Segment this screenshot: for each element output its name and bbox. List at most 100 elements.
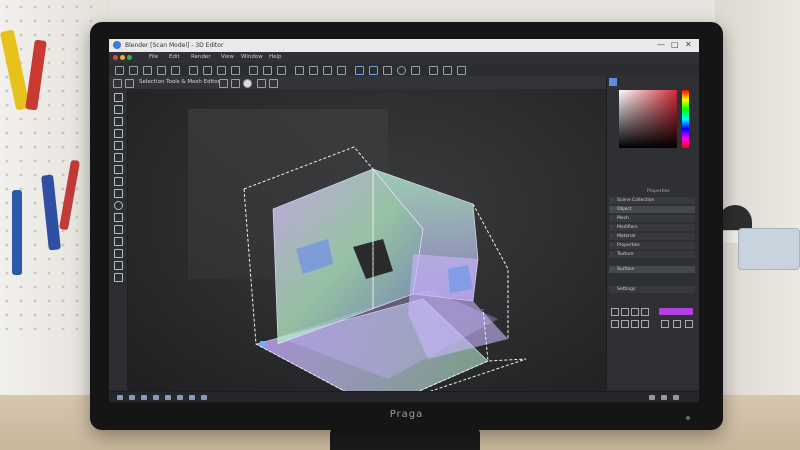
minimize-button[interactable]: — [657,40,665,49]
browser-icon[interactable] [153,395,159,400]
camera-icon[interactable] [337,66,346,75]
snap-icon[interactable] [249,66,258,75]
layer-item[interactable]: › Scene Collection [609,197,695,204]
start-icon[interactable] [117,395,123,400]
menu-edit[interactable]: Edit [169,54,180,60]
measure-icon[interactable] [114,261,123,270]
mail-icon[interactable] [165,395,171,400]
open-icon[interactable] [129,66,138,75]
spin-icon[interactable] [114,249,123,258]
move-icon[interactable] [203,66,212,75]
search-icon[interactable] [397,66,406,75]
render-icon[interactable] [355,66,364,75]
select-icon[interactable] [189,66,198,75]
rotate-icon[interactable] [217,66,226,75]
window-title: Blender [Scan Model] - 3D Editor [125,42,224,49]
folder-icon[interactable] [141,395,147,400]
view-icon[interactable] [125,79,134,88]
save-icon[interactable] [143,66,152,75]
tray-icon[interactable] [673,395,679,400]
layer-item[interactable]: › Modifiers [609,224,695,231]
rotate-tool-icon[interactable] [114,117,123,126]
shear-icon[interactable] [114,237,123,246]
toolbar-label: Selection Tools & Mesh Editor [139,79,220,85]
option-icon[interactable] [661,320,669,328]
scale-icon[interactable] [231,66,240,75]
proportional-icon[interactable] [257,79,266,88]
cursor-icon[interactable] [114,93,123,102]
option-icon[interactable] [611,308,619,316]
mirror-icon[interactable] [277,66,286,75]
color-swatch[interactable] [609,78,617,86]
inset-icon[interactable] [114,189,123,198]
app-icon[interactable] [201,395,207,400]
menu-render[interactable]: Render [191,54,211,60]
menu-help[interactable]: Help [269,54,282,60]
screwdriver-blue [12,190,22,275]
solid-icon[interactable] [383,66,392,75]
option-icon[interactable] [641,320,649,328]
grid-icon[interactable] [263,66,272,75]
annotate-icon[interactable] [114,273,123,282]
scale-tool-icon[interactable] [114,129,123,138]
settings-icon[interactable] [443,66,452,75]
app-icon[interactable] [189,395,195,400]
layer-item[interactable]: › Mesh [609,215,695,222]
maximize-button[interactable]: □ [671,40,679,49]
layer-item[interactable]: › Texture [609,251,695,258]
layer-item[interactable]: › Properties [609,242,695,249]
brush-icon[interactable] [114,141,123,150]
face-mode-icon[interactable] [243,79,252,88]
color-picker[interactable] [619,90,677,148]
knife-icon[interactable] [114,153,123,162]
bevel-icon[interactable] [114,201,123,210]
wireframe-icon[interactable] [369,66,378,75]
edge-mode-icon[interactable] [231,79,240,88]
layer-item[interactable]: › Object [609,206,695,213]
tray-icon[interactable] [661,395,667,400]
menu-window[interactable]: Window [241,54,263,60]
search-icon[interactable] [129,395,135,400]
zoom-icon[interactable] [411,66,420,75]
fullscreen-icon[interactable] [429,66,438,75]
option-icon[interactable] [631,320,639,328]
undo-icon[interactable] [157,66,166,75]
layer-item[interactable]: › Material [609,233,695,240]
light-icon[interactable] [323,66,332,75]
close-button[interactable]: ✕ [685,40,692,49]
title-bar: Blender [Scan Model] - 3D Editor — □ ✕ [109,39,699,52]
hue-slider[interactable] [682,90,689,148]
vertex-mode-icon[interactable] [219,79,228,88]
grab-icon[interactable] [114,213,123,222]
option-icon[interactable] [631,308,639,316]
menu-bar: File Edit Render View Window Help [109,52,699,63]
layers-icon[interactable] [295,66,304,75]
move-tool-icon[interactable] [114,105,123,114]
tray-icon[interactable] [649,395,655,400]
app-icon[interactable] [177,395,183,400]
redo-icon[interactable] [171,66,180,75]
option-icon[interactable] [621,308,629,316]
extrude-icon[interactable] [114,177,123,186]
traffic-yellow-icon [120,55,125,60]
new-file-icon[interactable] [115,66,124,75]
option-icon[interactable] [621,320,629,328]
option-icon[interactable] [673,320,681,328]
menu-file[interactable]: File [149,54,158,60]
settings-section[interactable]: Settings [609,286,695,293]
chevron-right-icon[interactable] [457,66,466,75]
accent-button[interactable] [659,308,693,315]
right-panel: Properties › Scene Collection › Object › Me… [606,76,699,389]
xray-icon[interactable] [269,79,278,88]
option-icon[interactable] [641,308,649,316]
3d-viewport[interactable] [128,89,606,391]
option-icon[interactable] [685,320,693,328]
mode-icon[interactable] [113,79,122,88]
layer-item[interactable]: › Surface [609,266,695,273]
menu-view[interactable]: View [221,54,234,60]
smooth-icon[interactable] [114,225,123,234]
material-icon[interactable] [309,66,318,75]
option-icon[interactable] [611,320,619,328]
loop-cut-icon[interactable] [114,165,123,174]
layer-label: Object [617,207,632,212]
